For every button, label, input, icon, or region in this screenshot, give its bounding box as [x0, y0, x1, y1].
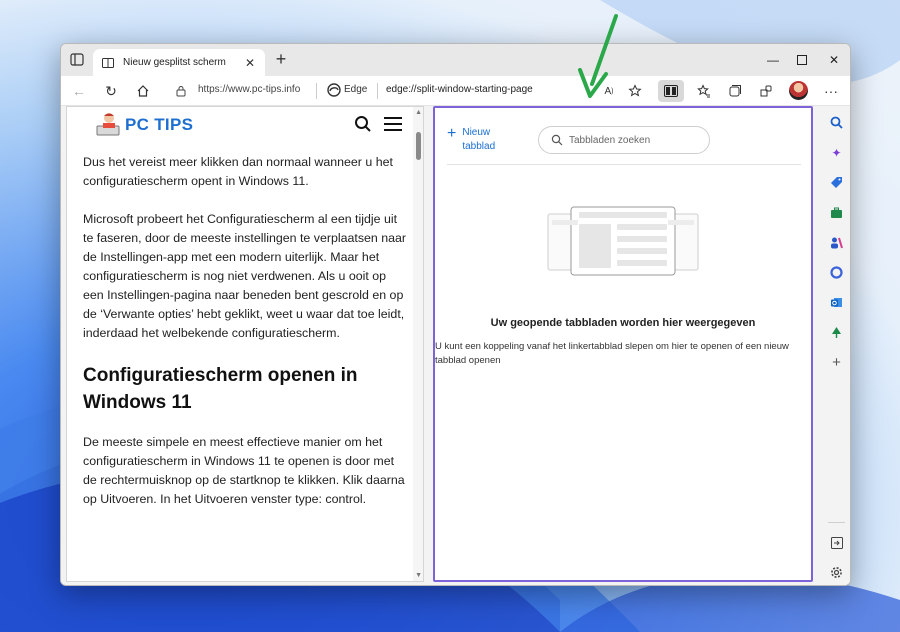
title-bar: Nieuw gesplitst scherm ✕ + — ✕ — [61, 44, 850, 76]
edge-icon — [327, 83, 341, 97]
tab-search-input[interactable]: Tabbladen zoeken — [538, 126, 710, 154]
empty-state-description: U kunt een koppeling vanaf het linkertab… — [435, 341, 789, 366]
collections-icon[interactable] — [725, 81, 745, 101]
address-divider — [316, 83, 317, 99]
address-url[interactable]: https://www.pc-tips.info — [198, 84, 300, 95]
office-icon[interactable] — [828, 264, 845, 281]
outlook-icon[interactable] — [828, 294, 845, 311]
scroll-thumb[interactable] — [416, 132, 421, 160]
back-icon[interactable]: ← — [69, 81, 89, 101]
close-tab-icon[interactable]: ✕ — [243, 56, 257, 70]
new-tab-label-line1: Nieuw — [462, 127, 491, 138]
sidebar-divider — [828, 522, 845, 523]
new-tab-link[interactable]: + Nieuw tabblad — [447, 126, 495, 154]
content-area: PC TIPS Dus het vereist meer klikken dan… — [61, 106, 821, 585]
scrollbar[interactable]: ▲ ▼ — [413, 107, 423, 581]
extensions-icon[interactable] — [756, 81, 776, 101]
people-icon[interactable] — [828, 234, 845, 251]
tabs-illustration-icon — [547, 206, 699, 276]
copilot-sparkle-icon[interactable]: ✦ — [828, 144, 845, 161]
scroll-down-icon[interactable]: ▼ — [415, 572, 422, 579]
article-paragraph: Microsoft probeert het Configuratiescher… — [83, 212, 407, 340]
article-paragraph: Dus het vereist meer klikken dan normaal… — [83, 155, 393, 188]
toolbar: ← ↻ https://www.pc-tips.info Edge edge:/… — [61, 76, 850, 106]
search-icon[interactable] — [828, 114, 845, 131]
annotation-arrow-icon — [578, 14, 618, 98]
lock-icon[interactable] — [171, 81, 191, 101]
minimize-icon[interactable]: — — [763, 51, 783, 69]
settings-gear-icon[interactable] — [828, 564, 845, 581]
browser-name: Edge — [344, 84, 368, 95]
more-options-icon[interactable]: ··· — [821, 81, 841, 101]
tab-search-placeholder: Tabbladen zoeken — [569, 134, 651, 146]
maximize-icon[interactable] — [792, 51, 812, 69]
search-icon — [551, 134, 563, 146]
divider — [447, 164, 801, 165]
site-header: PC TIPS — [67, 107, 423, 143]
tree-icon[interactable] — [828, 324, 845, 341]
refresh-icon[interactable]: ↻ — [101, 81, 121, 101]
tab-actions-icon[interactable] — [67, 51, 87, 69]
logo-text[interactable]: PC TIPS — [125, 115, 193, 135]
page-url[interactable]: edge://split-window-starting-page — [386, 84, 533, 95]
edge-sidebar: ✦ + — [821, 106, 850, 585]
close-window-icon[interactable]: ✕ — [824, 51, 844, 69]
address-divider-2 — [377, 83, 378, 99]
shopping-tag-icon[interactable] — [828, 174, 845, 191]
new-tab-button[interactable]: + — [271, 50, 291, 70]
article-paragraph: De meeste simpele en meest effectieve ma… — [83, 435, 405, 506]
profile-avatar[interactable] — [789, 81, 808, 100]
split-screen-button[interactable] — [658, 80, 684, 102]
tools-briefcase-icon[interactable] — [828, 204, 845, 221]
article: Dus het vereist meer klikken dan normaal… — [83, 153, 408, 528]
plus-icon: + — [447, 125, 457, 142]
favorites-icon[interactable] — [694, 81, 714, 101]
tab-active[interactable]: Nieuw gesplitst scherm ✕ — [93, 49, 265, 76]
right-pane: + Nieuw tabblad Tabbladen zoeken Uw geop… — [433, 106, 813, 582]
left-pane: PC TIPS Dus het vereist meer klikken dan… — [66, 106, 424, 582]
pc-tips-logo-icon[interactable] — [93, 111, 123, 139]
scroll-up-icon[interactable]: ▲ — [415, 109, 422, 116]
browser-window: Nieuw gesplitst scherm ✕ + — ✕ ← ↻ https… — [60, 43, 851, 586]
article-heading: Configuratiescherm openen in Windows 11 — [83, 365, 358, 413]
add-sidebar-app-icon[interactable]: + — [828, 354, 845, 371]
hamburger-menu-icon[interactable] — [384, 117, 402, 131]
split-screen-icon — [101, 56, 115, 70]
empty-state-title: Uw geopende tabbladen worden hier weerge… — [490, 317, 756, 329]
tab-title: Nieuw gesplitst scherm — [123, 57, 226, 68]
new-tab-label-line2: tabblad — [462, 141, 496, 152]
hide-sidebar-icon[interactable] — [828, 534, 845, 551]
split-screen-icon — [664, 85, 678, 97]
home-icon[interactable] — [133, 81, 153, 101]
search-icon[interactable] — [354, 115, 372, 133]
